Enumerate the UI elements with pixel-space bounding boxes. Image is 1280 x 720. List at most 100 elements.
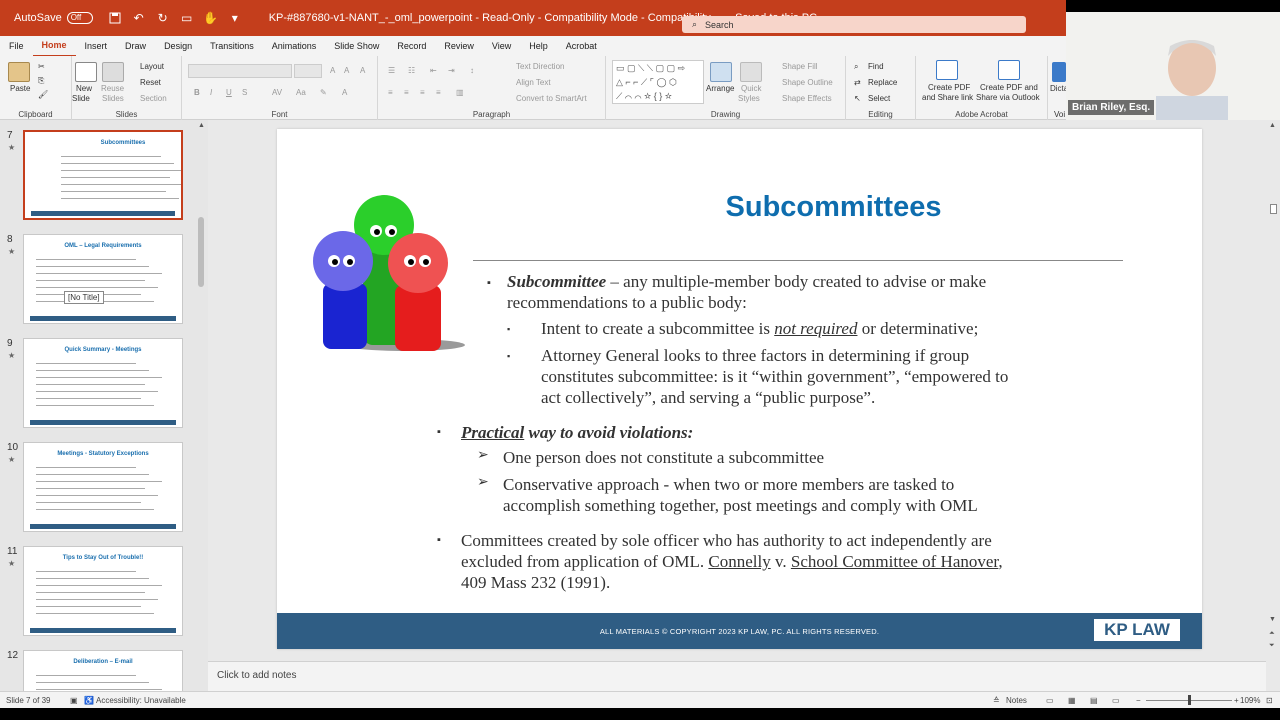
reuse-slides-button[interactable]: Reuse [101, 84, 124, 94]
decrease-font-icon[interactable]: A [344, 66, 349, 76]
zoom-in-icon[interactable]: + [1234, 696, 1239, 705]
align-left-icon[interactable]: ≡ [388, 88, 393, 98]
clear-formatting-icon[interactable]: A [360, 66, 365, 76]
find-button[interactable]: Find [868, 62, 884, 72]
convert-smartart-button[interactable]: Convert to SmartArt [516, 94, 587, 104]
redo-icon[interactable]: ↻ [155, 10, 171, 26]
numbering-icon[interactable]: ☷ [408, 66, 415, 76]
font-color-icon[interactable]: A [342, 88, 347, 98]
font-name-dropdown[interactable] [188, 64, 292, 78]
undo-icon[interactable]: ↶ [131, 10, 147, 26]
slide-scroll-thumb[interactable] [1270, 204, 1277, 214]
tab-slide-show[interactable]: Slide Show [325, 36, 388, 56]
fit-slide-icon[interactable]: ⊡ [1266, 696, 1273, 705]
new-slide-icon[interactable] [75, 62, 97, 82]
tab-acrobat[interactable]: Acrobat [557, 36, 606, 56]
arrange-icon[interactable] [710, 62, 732, 82]
touch-mode-icon[interactable]: ✋ [203, 10, 219, 26]
shape-outline-button[interactable]: Shape Outline [782, 78, 833, 88]
bold-icon[interactable]: B [194, 88, 200, 98]
align-right-icon[interactable]: ≡ [420, 88, 425, 98]
thumbnail-scrollbar[interactable]: ▲ [196, 122, 206, 682]
search-box[interactable]: ⌕ Search [682, 16, 1026, 33]
format-painter-icon[interactable]: 🖌 [38, 90, 48, 100]
slide-thumbnail[interactable]: Deliberation – E-mail [23, 650, 183, 691]
paste-icon[interactable] [8, 62, 30, 82]
accessibility-status[interactable]: Accessibility: Unavailable [96, 696, 186, 705]
slide-scrollbar[interactable]: ▲ ▼ ⏶ ⏷ [1266, 120, 1280, 691]
current-slide[interactable]: Subcommittees ▪ Subcommittee – any multi… [277, 129, 1202, 649]
replace-button[interactable]: Replace [868, 78, 897, 88]
reset-button[interactable]: Reset [140, 78, 161, 88]
reuse-slides-icon[interactable] [102, 62, 124, 82]
slide-thumbnail[interactable]: Meetings - Statutory Exceptions [23, 442, 183, 532]
increase-font-icon[interactable]: A [330, 66, 335, 76]
text-direction-button[interactable]: Text Direction [516, 62, 564, 72]
spellcheck-icon[interactable]: ▣ [70, 696, 78, 705]
tab-file[interactable]: File [0, 36, 33, 56]
tab-design[interactable]: Design [155, 36, 201, 56]
paste-button[interactable]: Paste [10, 84, 30, 94]
justify-icon[interactable]: ≡ [436, 88, 441, 98]
customize-qat-icon[interactable]: ▾ [227, 10, 243, 26]
font-size-dropdown[interactable] [294, 64, 322, 78]
tab-insert[interactable]: Insert [76, 36, 117, 56]
tab-transitions[interactable]: Transitions [201, 36, 263, 56]
create-pdf-share-link-button[interactable]: Create PDF [928, 83, 970, 93]
zoom-level[interactable]: 109% [1240, 696, 1260, 705]
underline-icon[interactable]: U [226, 88, 232, 98]
tab-draw[interactable]: Draw [116, 36, 155, 56]
change-case-icon[interactable]: Aa [296, 88, 306, 98]
create-pdf-icon[interactable] [936, 60, 958, 80]
quick-styles-button[interactable]: Quick [741, 84, 761, 94]
notes-pane[interactable]: Click to add notes [208, 661, 1266, 691]
italic-icon[interactable]: I [210, 88, 212, 98]
tab-record[interactable]: Record [388, 36, 435, 56]
tab-review[interactable]: Review [435, 36, 483, 56]
increase-indent-icon[interactable]: ⇥ [448, 66, 455, 76]
tab-view[interactable]: View [483, 36, 520, 56]
align-center-icon[interactable]: ≡ [404, 88, 409, 98]
zoom-out-icon[interactable]: − [1136, 696, 1141, 705]
char-spacing-icon[interactable]: AV [272, 88, 282, 98]
shapes-gallery[interactable]: ▭ ▢ ⟍ ⟍ ▢ ▢ ⇨ △ ⌐ ⌐ ⟋ ⌜ ◯ ⬡ ⟋ ⌒ ⌒ ☆ { } ☆ [612, 60, 704, 104]
start-from-beginning-icon[interactable]: ▭ [179, 10, 195, 26]
notes-toggle-button[interactable]: Notes [1006, 696, 1027, 705]
slide-thumbnail[interactable]: OML – Legal Requirements [No Title] [23, 234, 183, 324]
dictate-icon[interactable] [1052, 62, 1066, 82]
slide-thumbnail[interactable]: Tips to Stay Out of Trouble!! [23, 546, 183, 636]
align-text-button[interactable]: Align Text [516, 78, 551, 88]
zoom-slider-thumb[interactable] [1188, 695, 1191, 705]
tab-animations[interactable]: Animations [263, 36, 326, 56]
tab-home[interactable]: Home [32, 35, 76, 57]
shape-effects-button[interactable]: Shape Effects [782, 94, 832, 104]
quick-styles-icon[interactable] [740, 62, 762, 82]
tab-help[interactable]: Help [520, 36, 557, 56]
line-spacing-icon[interactable]: ↕ [470, 66, 474, 76]
bullets-icon[interactable]: ☰ [388, 66, 395, 76]
arrange-button[interactable]: Arrange [706, 84, 734, 94]
cut-icon[interactable]: ✂ [38, 62, 45, 72]
autosave[interactable]: AutoSave Off [14, 12, 93, 24]
select-button[interactable]: Select [868, 94, 890, 104]
columns-icon[interactable]: ▥ [456, 88, 464, 98]
create-pdf-outlook-icon[interactable] [998, 60, 1020, 80]
save-icon[interactable] [107, 10, 123, 26]
copy-icon[interactable]: ⎘ [38, 76, 44, 86]
reading-view-icon[interactable]: ▤ [1090, 696, 1098, 705]
shape-fill-button[interactable]: Shape Fill [782, 62, 818, 72]
slide-sorter-icon[interactable]: ▦ [1068, 696, 1076, 705]
slide-thumbnail[interactable]: Subcommittees [23, 130, 183, 220]
slide-thumbnail[interactable]: Quick Summary - Meetings [23, 338, 183, 428]
normal-view-icon[interactable]: ▭ [1046, 696, 1054, 705]
strikethrough-icon[interactable]: S [242, 88, 247, 98]
decrease-indent-icon[interactable]: ⇤ [430, 66, 437, 76]
new-slide-button[interactable]: New [76, 84, 92, 94]
thumbnail-scroll-thumb[interactable] [198, 217, 204, 287]
highlight-icon[interactable]: ✎ [320, 88, 327, 98]
slideshow-icon[interactable]: ▭ [1112, 696, 1120, 705]
section-button[interactable]: Section [140, 94, 167, 104]
create-pdf-outlook-button[interactable]: Create PDF and [980, 83, 1038, 93]
layout-button[interactable]: Layout [140, 62, 164, 72]
autosave-toggle[interactable]: Off [66, 12, 93, 24]
